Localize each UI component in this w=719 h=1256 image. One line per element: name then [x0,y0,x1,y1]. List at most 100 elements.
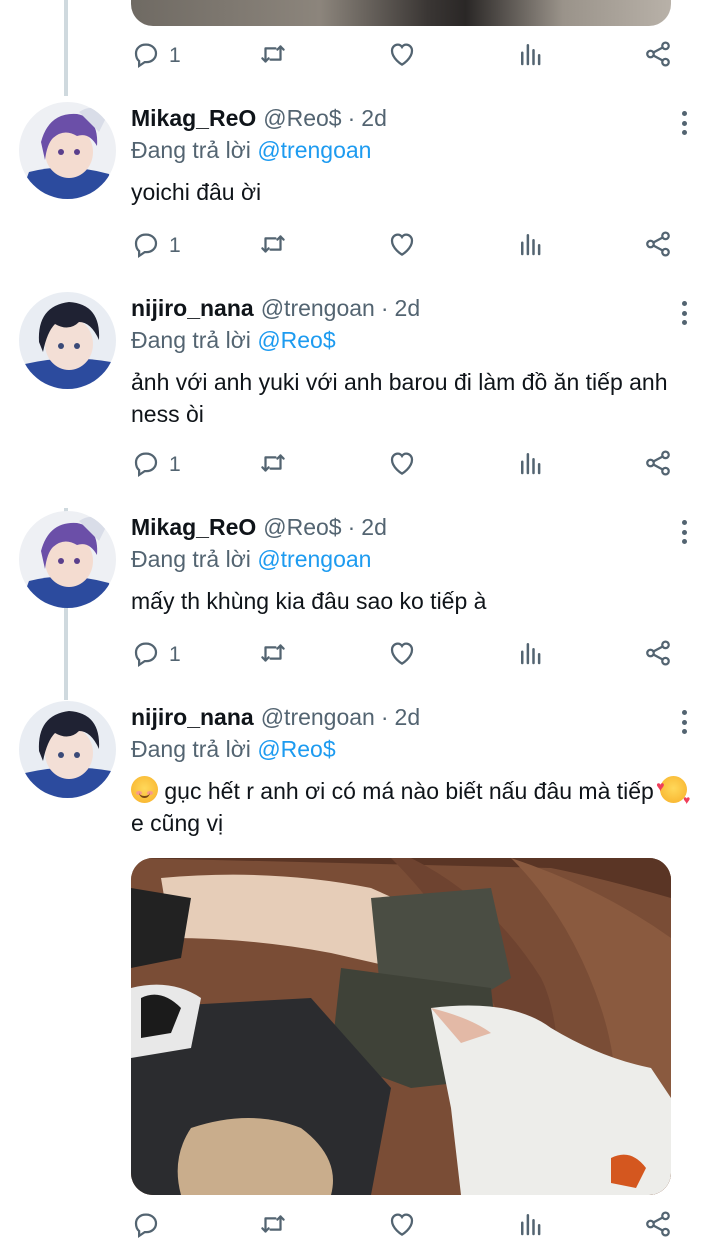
more-vertical-icon[interactable] [679,108,689,138]
replying-to: Đang trả lời @Reo$ [131,324,679,356]
heart-icon [387,448,417,483]
retweet-icon [258,39,288,74]
share-icon [643,39,673,74]
reply-button[interactable]: 1 [131,226,181,266]
tweet-text: mấy th khùng kia đâu sao ko tiếp à [131,588,487,614]
reply-button[interactable] [131,1206,169,1246]
dark-hair-anime-avatar [19,701,116,798]
share-icon [643,448,673,483]
retweet-button[interactable] [258,36,288,76]
mention-link[interactable]: @trengoan [257,546,371,572]
thread-line [64,0,68,96]
more-vertical-icon[interactable] [679,707,689,737]
timestamp[interactable]: 2d [395,292,421,324]
replying-prefix: Đang trả lời [131,137,251,163]
mention-link[interactable]: @Reo$ [257,736,335,762]
reply-bubble-icon [131,39,161,74]
timestamp[interactable]: 2d [361,511,387,543]
smiling-face-with-hearts-emoji-icon [656,770,690,816]
views-button[interactable] [516,635,546,675]
tweet-text-part: gục hết r anh ơi có má nào biết nấu đâu … [158,778,661,804]
share-button[interactable] [643,226,673,266]
timestamp[interactable]: 2d [361,102,387,134]
retweet-icon [258,1209,288,1244]
separator: · [347,105,356,131]
separator: · [380,704,389,730]
tweet-text: gục hết r anh ơi có má nào biết nấu đâu … [131,770,691,839]
replying-to: Đang trả lời @trengoan [131,134,679,166]
like-button[interactable] [387,635,417,675]
heart-icon [387,229,417,264]
avatar[interactable] [19,292,116,389]
views-button[interactable] [516,445,546,485]
reply-button[interactable]: 1 [131,635,181,675]
views-button[interactable] [516,1206,546,1246]
share-icon [643,638,673,673]
share-button[interactable] [643,36,673,76]
share-button[interactable] [643,1206,673,1246]
tweet-actions: 1 [131,635,676,675]
replying-prefix: Đang trả lời [131,327,251,353]
retweet-button[interactable] [258,226,288,266]
views-bar-chart-icon [516,448,546,483]
user-handle[interactable]: @trengoan [261,701,375,733]
heart-icon [387,638,417,673]
tweet-image-cropped[interactable] [131,0,671,26]
views-button[interactable] [516,226,546,266]
display-name[interactable]: Mikag_ReO [131,511,256,543]
separator: · [347,514,356,540]
share-button[interactable] [643,635,673,675]
separator: · [380,295,389,321]
like-button[interactable] [387,445,417,485]
replying-to: Đang trả lời @Reo$ [131,733,679,765]
more-vertical-icon[interactable] [679,298,689,328]
like-button[interactable] [387,226,417,266]
tweet-text: yoichi đâu ời [131,179,262,205]
user-handle[interactable]: @Reo$ [263,511,341,543]
share-icon [643,1209,673,1244]
like-button[interactable] [387,36,417,76]
retweet-button[interactable] [258,445,288,485]
mention-link[interactable]: @Reo$ [257,327,335,353]
retweet-button[interactable] [258,1206,288,1246]
user-handle[interactable]: @Reo$ [263,102,341,134]
reply-count: 1 [169,234,181,257]
tweet-actions [131,1206,676,1246]
replying-to: Đang trả lời @trengoan [131,543,679,575]
purple-hair-anime-avatar [19,102,116,199]
avatar[interactable] [19,511,116,608]
user-handle[interactable]: @trengoan [261,292,375,324]
photo-image [131,858,671,1195]
dark-hair-anime-avatar [19,292,116,389]
views-bar-chart-icon [516,39,546,74]
mention-link[interactable]: @trengoan [257,137,371,163]
more-vertical-icon[interactable] [679,517,689,547]
reply-bubble-icon [131,638,161,673]
tweet-actions: 1 [131,36,676,76]
display-name[interactable]: nijiro_nana [131,292,254,324]
reply-count: 1 [169,453,181,476]
reply-button[interactable]: 1 [131,445,181,485]
share-icon [643,229,673,264]
views-button[interactable] [516,36,546,76]
views-bar-chart-icon [516,1209,546,1244]
retweet-icon [258,448,288,483]
reply-bubble-icon [131,1209,161,1244]
tweet-text: ảnh với anh yuki với anh barou đi làm đồ… [131,369,668,427]
retweet-button[interactable] [258,635,288,675]
tweet-photo[interactable] [131,858,671,1195]
avatar[interactable] [19,701,116,798]
display-name[interactable]: Mikag_ReO [131,102,256,134]
reply-count: 1 [169,44,181,67]
avatar[interactable] [19,102,116,199]
display-name[interactable]: nijiro_nana [131,701,254,733]
timestamp[interactable]: 2d [395,701,421,733]
reply-button[interactable]: 1 [131,36,181,76]
views-bar-chart-icon [516,638,546,673]
retweet-icon [258,638,288,673]
share-button[interactable] [643,445,673,485]
like-button[interactable] [387,1206,417,1246]
reply-bubble-icon [131,229,161,264]
tweet-actions: 1 [131,445,676,485]
tweet-actions: 1 [131,226,676,266]
